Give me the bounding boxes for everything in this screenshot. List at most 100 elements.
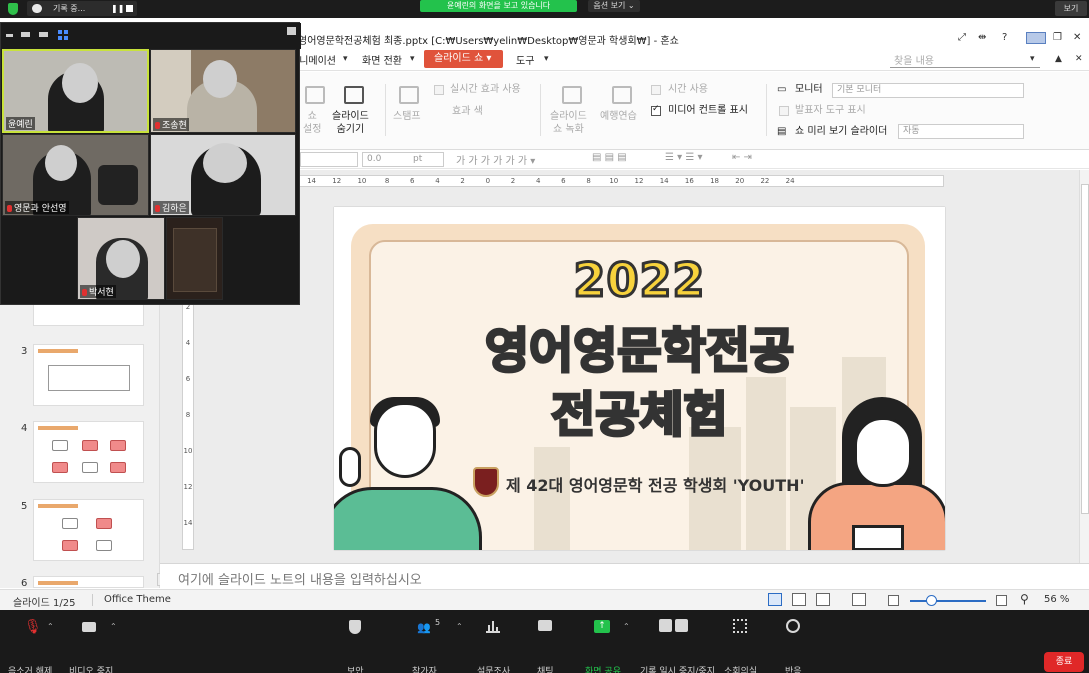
preview-slider-select[interactable]: 자동	[898, 124, 1024, 139]
slide-thumbnail[interactable]	[33, 344, 144, 406]
normal-view-icon[interactable]	[768, 593, 782, 606]
boy-illustration-head	[374, 402, 436, 478]
realtime-effect-checkbox[interactable]	[434, 85, 444, 95]
participant-tile[interactable]: 박서현	[77, 217, 165, 300]
monitor-select[interactable]: 기본 모니터	[832, 83, 1024, 98]
chevron-up-icon[interactable]: ⌃	[47, 622, 54, 631]
scrollbar-thumb[interactable]	[1081, 184, 1089, 514]
close-doc-icon[interactable]: ✕	[1075, 54, 1083, 64]
indent-buttons[interactable]: ⇤ ⇥	[732, 152, 752, 163]
align-buttons[interactable]: ▤ ▤ ▤	[592, 152, 627, 163]
text-style-buttons[interactable]: 가 가 가 가 가 가 ▾	[456, 152, 535, 167]
record-show-icon	[562, 86, 582, 104]
media-controls-checkbox[interactable]	[651, 104, 661, 116]
effect-color-label[interactable]: 효과 색	[452, 105, 483, 118]
video-icon[interactable]	[82, 622, 96, 632]
slide-counter: 슬라이드 1/25	[13, 598, 76, 609]
thumbnail-card	[110, 440, 126, 451]
participant-tile[interactable]: 윤예린	[2, 49, 149, 133]
ruler-tick: 14	[183, 519, 193, 527]
slide-thumbnail[interactable]	[33, 576, 144, 588]
search-dropdown-icon[interactable]: ▾	[1030, 54, 1035, 64]
pause-icon[interactable]	[659, 619, 672, 632]
list-buttons[interactable]: ☰ ▾ ☰ ▾	[665, 152, 703, 163]
active-speaker-icon[interactable]	[39, 32, 48, 37]
stop-icon[interactable]	[675, 619, 688, 632]
pause-recording-icon[interactable]: ❚❚	[111, 4, 124, 13]
zoom-slider-knob[interactable]	[926, 595, 937, 606]
chat-icon[interactable]	[538, 620, 552, 631]
polls-button[interactable]: 설문조사	[477, 664, 510, 673]
tab-tools[interactable]: 도구	[516, 52, 534, 67]
ruler-tick: 20	[735, 177, 745, 185]
tab-transition[interactable]: 화면 전환	[362, 52, 402, 67]
security-button[interactable]: 보안	[347, 664, 364, 673]
reactions-icon[interactable]	[786, 619, 800, 633]
search-icon[interactable]: ⚲	[1020, 592, 1029, 606]
mic-muted-icon[interactable]: 🎙	[24, 619, 42, 635]
expand-icon[interactable]	[287, 27, 296, 35]
view-options-button[interactable]: 옵션 보기 ⌄	[588, 0, 640, 12]
collapse-ribbon-icon[interactable]: ▲	[1055, 54, 1062, 64]
share-screen-button[interactable]: 화면 공유	[585, 664, 621, 673]
gallery-grid-icon[interactable]	[58, 30, 68, 40]
unmute-button[interactable]: 음소거 해제	[8, 664, 52, 673]
participant-tile[interactable]: 조송현	[150, 49, 296, 133]
slide-thumbnail[interactable]	[33, 499, 144, 561]
minimize-button[interactable]	[1026, 32, 1046, 44]
rehearse-button[interactable]: 예행연습	[600, 110, 637, 123]
stop-video-button[interactable]: 비디오 중지	[69, 664, 113, 673]
boy-illustration-body	[334, 487, 482, 550]
participant-tile[interactable]: 영문과 안선영	[2, 134, 149, 216]
participant-tile[interactable]	[166, 217, 223, 300]
record-show-button[interactable]: 슬라이드 쇼 녹화	[550, 110, 587, 136]
tab-slideshow[interactable]: 슬라이드 쇼 ▾	[424, 50, 503, 68]
breakout-rooms-button[interactable]: 소회의실	[724, 664, 757, 673]
help-icon[interactable]: ?	[1002, 32, 1007, 43]
stamp-button[interactable]: 스탬프	[393, 110, 421, 123]
chevron-up-icon[interactable]: ⌃	[110, 622, 117, 631]
end-meeting-button[interactable]: 종료	[1044, 652, 1084, 672]
zoom-slider-track[interactable]	[910, 600, 986, 602]
setup-show-button[interactable]: 쇼 설정	[303, 110, 321, 136]
breakout-rooms-icon[interactable]	[733, 619, 747, 633]
font-select[interactable]	[300, 152, 358, 167]
participants-icon[interactable]: 👥	[417, 621, 435, 634]
zoom-in-icon[interactable]	[996, 595, 1007, 606]
share-screen-icon[interactable]: ↑	[594, 620, 610, 633]
hide-slide-button[interactable]: 슬라이드 숨기기	[332, 110, 369, 136]
current-slide[interactable]: 2022 영어영문학전공 전공체험 제 42대 영어영문학 전공 학생회 'YO…	[334, 207, 945, 550]
reading-view-icon[interactable]	[816, 593, 830, 606]
font-size-select[interactable]: 0.0 pt	[362, 152, 444, 167]
participant-tile[interactable]: 김하은	[150, 134, 296, 216]
reactions-button[interactable]: 반응	[785, 664, 802, 673]
notes-pane[interactable]: 여기에 슬라이드 노트의 내용을 입력하십시오	[160, 563, 1089, 588]
presenter-tools-checkbox[interactable]	[779, 106, 789, 116]
stop-recording-icon[interactable]	[126, 5, 133, 12]
chat-button[interactable]: 채팅	[537, 664, 554, 673]
minimize-gallery-icon[interactable]	[6, 34, 13, 37]
ribbon-toggle-icon[interactable]: ⇹	[978, 32, 986, 43]
security-icon[interactable]	[349, 620, 361, 634]
shield-icon[interactable]	[8, 3, 18, 15]
chevron-up-icon[interactable]: ⌃	[456, 622, 463, 631]
ribbon-divider	[766, 84, 767, 136]
zoom-gallery-view[interactable]: 윤예린 조송현 영문과 안선영 김하은 박서현	[0, 22, 301, 305]
close-button[interactable]: ✕	[1073, 32, 1081, 43]
fullscreen-icon[interactable]: ⤢	[958, 32, 966, 43]
editor-scrollbar[interactable]	[1079, 170, 1089, 563]
slideshow-view-icon[interactable]	[852, 593, 866, 606]
pause-recording-button[interactable]: 기록 일시 중지/중지	[640, 664, 715, 673]
ruler-tick: 8	[586, 177, 591, 185]
use-timings-checkbox[interactable]	[651, 85, 661, 95]
zoom-out-icon[interactable]	[888, 595, 899, 606]
polls-icon[interactable]	[486, 621, 500, 633]
slide-thumbnail[interactable]	[33, 421, 144, 483]
participants-button[interactable]: 참가자	[412, 664, 437, 673]
chevron-up-icon[interactable]: ⌃	[623, 622, 630, 631]
view-button[interactable]: 보기	[1055, 1, 1087, 16]
search-input[interactable]: 찾을 내용	[890, 52, 1040, 68]
restore-button[interactable]: ❐	[1053, 32, 1062, 43]
strip-view-icon[interactable]	[21, 32, 30, 37]
slide-sorter-icon[interactable]	[792, 593, 806, 606]
